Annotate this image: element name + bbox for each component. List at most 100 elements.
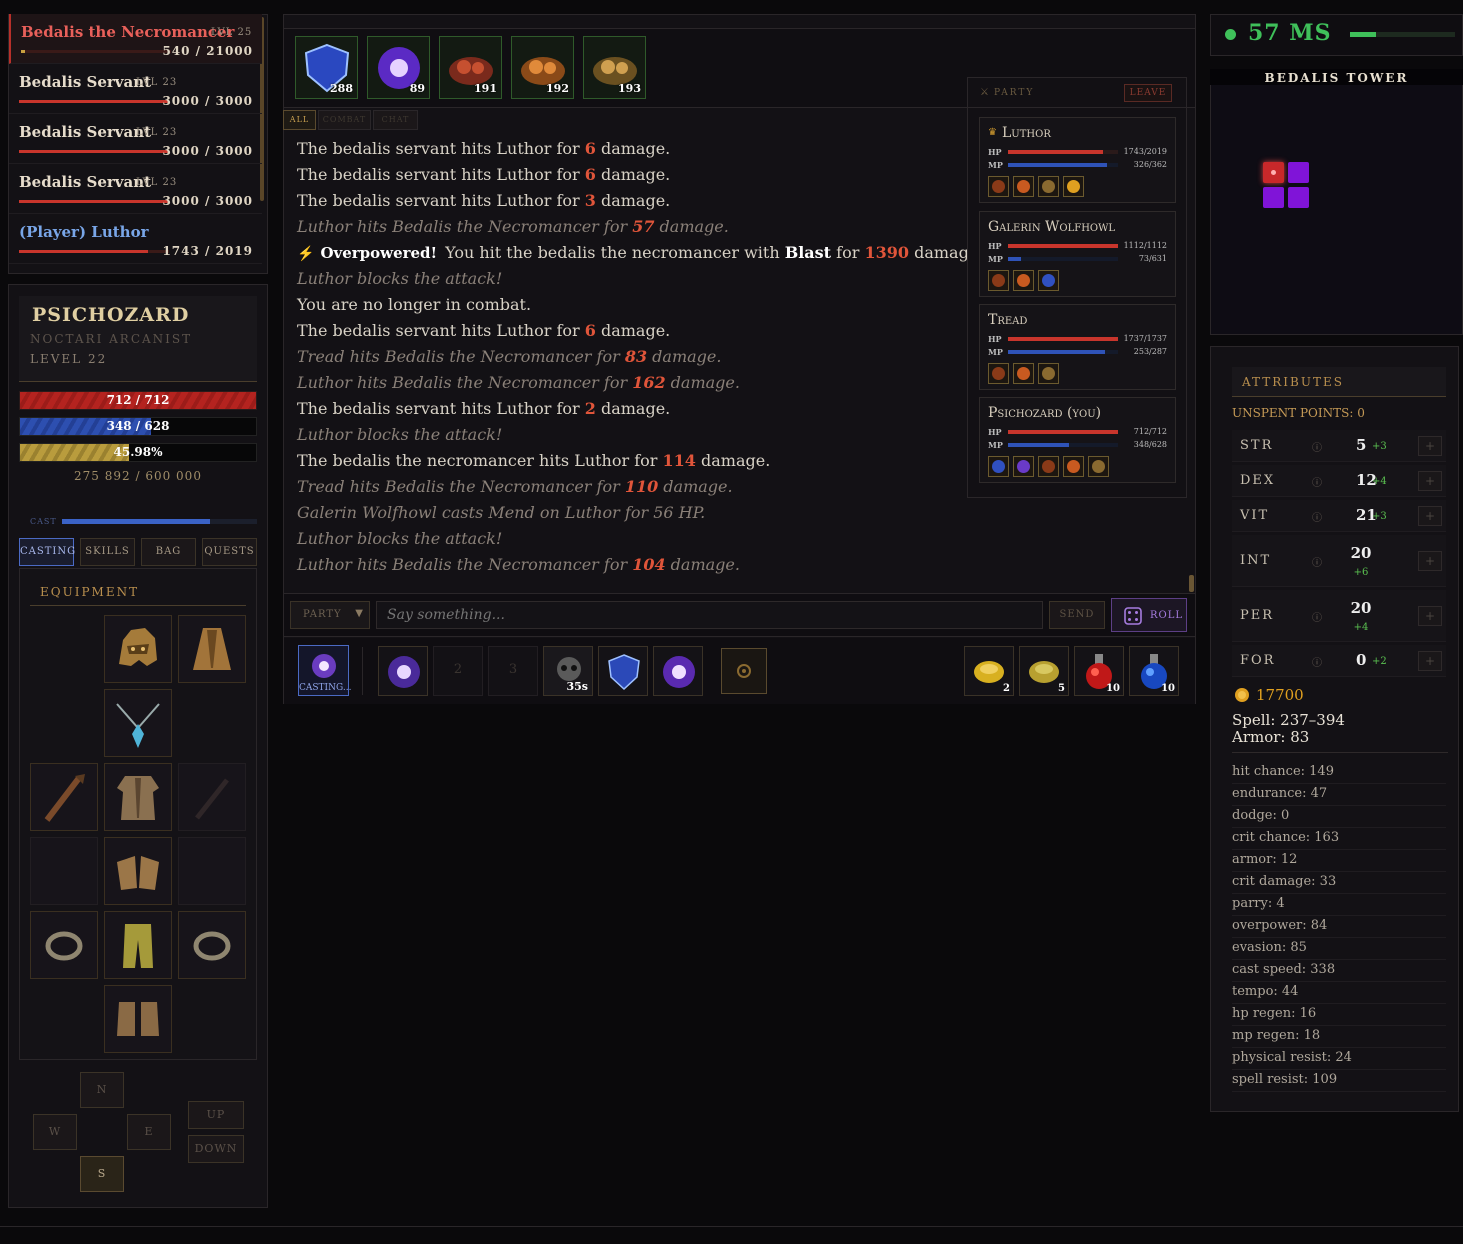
chat-channel-select[interactable]: PARTY ▼ xyxy=(290,601,370,629)
nav-south-button[interactable]: S xyxy=(80,1156,124,1192)
chat-input[interactable] xyxy=(376,601,1043,629)
attribute-value: 0 xyxy=(1356,651,1367,669)
wooden-wand-icon xyxy=(44,774,85,822)
party-member-card[interactable]: ♛ Luthor HP MP 1743/2019 326/362 xyxy=(979,117,1176,203)
nav-up-button[interactable]: UP xyxy=(188,1101,244,1129)
buff-slot[interactable]: 193 xyxy=(583,36,646,99)
log-tab-all[interactable]: ALL xyxy=(283,110,316,130)
lightning-icon: ⚡ xyxy=(297,246,315,262)
consumable-slot[interactable]: 5 xyxy=(1019,646,1069,696)
target-row[interactable]: Bedalis Servant LVL 23 3000 / 3000 xyxy=(9,64,262,114)
damage-number: 1390 xyxy=(864,243,909,262)
log-line: The bedalis servant hits Luthor for 3 da… xyxy=(297,191,670,213)
target-row[interactable]: (Player) Luthor 1743 / 2019 xyxy=(9,214,262,264)
action-slot-6[interactable] xyxy=(653,646,703,696)
derived-stat: physical resist: 24 xyxy=(1232,1048,1446,1070)
equip-helmet-slot[interactable] xyxy=(104,615,172,683)
party-buff-icon xyxy=(1038,363,1059,384)
target-name: Bedalis Servant xyxy=(19,173,152,191)
info-icon[interactable]: ⓘ xyxy=(1312,554,1322,569)
party-member-card[interactable]: Tread HP MP 1737/1737 253/287 xyxy=(979,304,1176,390)
attribute-bonus: +2 xyxy=(1372,656,1387,667)
roll-button[interactable]: ROLL xyxy=(1111,598,1187,632)
spell-damage: Spell: 237–394 xyxy=(1232,711,1345,729)
nav-west-button[interactable]: W xyxy=(33,1114,77,1150)
attribute-plus-button[interactable]: + xyxy=(1418,606,1442,626)
action-slot-2[interactable]: 2 xyxy=(433,646,483,696)
equip-chest-slot[interactable] xyxy=(104,763,172,831)
target-hp-text: 540 / 21000 xyxy=(162,44,253,58)
buff-slot[interactable]: 191 xyxy=(439,36,502,99)
tab-skills[interactable]: SKILLS xyxy=(80,538,135,566)
equip-ring-right-slot[interactable] xyxy=(178,911,246,979)
casting-slot[interactable]: CASTING... xyxy=(298,645,351,696)
action-slot-4[interactable]: 35s xyxy=(543,646,593,696)
log-text: The bedalis servant hits Luthor for xyxy=(297,191,585,210)
attributes-title: ATTRIBUTES xyxy=(1242,375,1344,389)
settings-button[interactable] xyxy=(721,648,767,694)
buff-slot[interactable]: 89 xyxy=(367,36,430,99)
tab-quests[interactable]: QUESTS xyxy=(202,538,257,566)
buff-slot[interactable]: 192 xyxy=(511,36,574,99)
nav-east-button[interactable]: E xyxy=(127,1114,171,1150)
damage-number: 110 xyxy=(624,477,659,496)
consumable-slot[interactable]: 2 xyxy=(964,646,1014,696)
equip-ring-left-slot[interactable] xyxy=(30,911,98,979)
log-line: Tread hits Bedalis the Necromancer for 8… xyxy=(297,347,721,369)
minimap-room[interactable] xyxy=(1288,187,1309,208)
log-text: Luthor blocks the attack! xyxy=(297,269,503,288)
equip-amulet-slot[interactable] xyxy=(104,689,172,757)
party-buff-fill xyxy=(1017,274,1030,287)
armor-value: Armor: 83 xyxy=(1232,728,1310,746)
info-icon[interactable]: ⓘ xyxy=(1312,509,1322,524)
party-hp-text: 1112/1112 xyxy=(1123,241,1167,250)
log-tab-combat[interactable]: COMBAT xyxy=(318,110,371,130)
equipment-title: EQUIPMENT xyxy=(40,585,140,599)
log-tab-chat[interactable]: CHAT xyxy=(373,110,418,130)
info-icon[interactable]: ⓘ xyxy=(1312,609,1322,624)
equip-empty-slot-right[interactable] xyxy=(178,837,246,905)
info-icon[interactable]: ⓘ xyxy=(1312,474,1322,489)
attribute-plus-button[interactable]: + xyxy=(1418,506,1442,526)
gold-amount: 17700 xyxy=(1256,686,1304,704)
attribute-plus-button[interactable]: + xyxy=(1418,471,1442,491)
equip-gloves-slot[interactable] xyxy=(104,837,172,905)
action-slot-1[interactable] xyxy=(378,646,428,696)
party-member-card[interactable]: Psichozard (you) HP MP 712/712 348/628 xyxy=(979,397,1176,483)
party-member-card[interactable]: Galerin Wolfhowl HP MP 1112/1112 73/631 xyxy=(979,211,1176,297)
party-buff-fill xyxy=(992,367,1005,380)
party-member-name: Tread xyxy=(988,312,1028,328)
log-line: Tread hits Bedalis the Necromancer for 1… xyxy=(297,477,733,499)
minimap-room[interactable] xyxy=(1288,162,1309,183)
action-slot-3[interactable]: 3 xyxy=(488,646,538,696)
chat-send-button[interactable]: SEND xyxy=(1049,601,1105,629)
consumable-slot[interactable]: 10 xyxy=(1074,646,1124,696)
equip-legs-slot[interactable] xyxy=(104,911,172,979)
nav-north-button[interactable]: N xyxy=(80,1072,124,1108)
target-row[interactable]: Bedalis Servant LVL 23 3000 / 3000 xyxy=(9,164,262,214)
attribute-plus-button[interactable]: + xyxy=(1418,651,1442,671)
consumable-slot[interactable]: 10 xyxy=(1129,646,1179,696)
equip-empty-slot-left[interactable] xyxy=(30,837,98,905)
buff-slot[interactable]: 288 xyxy=(295,36,358,99)
tab-casting[interactable]: CASTING xyxy=(19,538,75,566)
equip-cloak-slot[interactable] xyxy=(178,615,246,683)
attribute-plus-button[interactable]: + xyxy=(1418,551,1442,571)
nav-down-button[interactable]: DOWN xyxy=(188,1135,244,1163)
equip-boots-slot[interactable] xyxy=(104,985,172,1053)
equip-offhand-slot[interactable] xyxy=(178,763,246,831)
tab-bag[interactable]: BAG xyxy=(141,538,196,566)
log-text: The bedalis servant hits Luthor for xyxy=(297,165,585,184)
log-scrollbar[interactable] xyxy=(1189,575,1194,592)
party-buff-fill xyxy=(1017,180,1030,193)
party-leave-button[interactable]: LEAVE xyxy=(1124,84,1172,102)
target-row-selected[interactable]: Bedalis the Necromancer LVL 25 540 / 21000 xyxy=(9,14,262,64)
minimap-room[interactable] xyxy=(1263,187,1284,208)
minimap-room-current[interactable] xyxy=(1263,162,1284,183)
attribute-plus-button[interactable]: + xyxy=(1418,436,1442,456)
action-slot-5[interactable] xyxy=(598,646,648,696)
info-icon[interactable]: ⓘ xyxy=(1312,439,1322,454)
equip-mainhand-slot[interactable] xyxy=(30,763,98,831)
target-row[interactable]: Bedalis Servant LVL 23 3000 / 3000 xyxy=(9,114,262,164)
info-icon[interactable]: ⓘ xyxy=(1312,654,1322,669)
